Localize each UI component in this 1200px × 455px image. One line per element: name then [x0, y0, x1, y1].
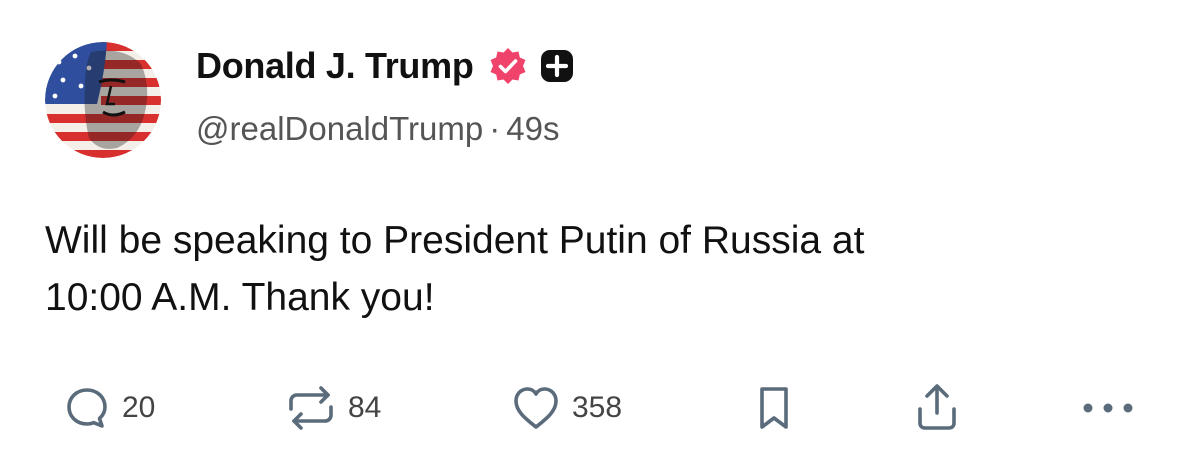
bookmark-icon	[752, 383, 796, 433]
verified-badge-icon	[488, 46, 528, 86]
author-name-row: Donald J. Trump	[196, 42, 574, 90]
reply-icon	[62, 383, 112, 433]
meta-separator: ·	[489, 110, 501, 147]
reply-count: 20	[122, 391, 156, 424]
post-body: Will be speaking to President Putin of R…	[45, 212, 1145, 326]
post-text-line: Will be speaking to President Putin of R…	[45, 219, 865, 262]
author-handle-row: @realDonaldTrump · 49s	[196, 110, 559, 148]
like-count: 358	[572, 391, 623, 424]
post-action-bar: 20 84 358	[0, 380, 1200, 436]
author-handle[interactable]: @realDonaldTrump	[196, 110, 483, 147]
share-icon	[912, 381, 962, 435]
repost-button[interactable]: 84	[284, 380, 381, 436]
more-dots-icon	[1080, 398, 1136, 418]
more-options-button[interactable]	[1080, 380, 1136, 436]
heart-icon	[510, 383, 562, 433]
plus-badge-icon	[540, 49, 574, 83]
repost-icon	[284, 383, 338, 433]
flag-portrait-avatar-icon	[45, 42, 161, 158]
author-display-name[interactable]: Donald J. Trump	[196, 45, 474, 87]
bookmark-button[interactable]	[752, 380, 796, 436]
reply-button[interactable]: 20	[62, 380, 155, 436]
post-text-line: 10:00 A.M. Thank you!	[45, 276, 435, 319]
repost-count: 84	[348, 391, 382, 424]
like-button[interactable]: 358	[510, 380, 622, 436]
post-timestamp[interactable]: 49s	[506, 110, 559, 147]
share-button[interactable]	[912, 380, 962, 436]
post-card: Donald J. Trump @realDonaldTrump · 49s Wil…	[0, 0, 1200, 455]
avatar[interactable]	[45, 42, 161, 158]
